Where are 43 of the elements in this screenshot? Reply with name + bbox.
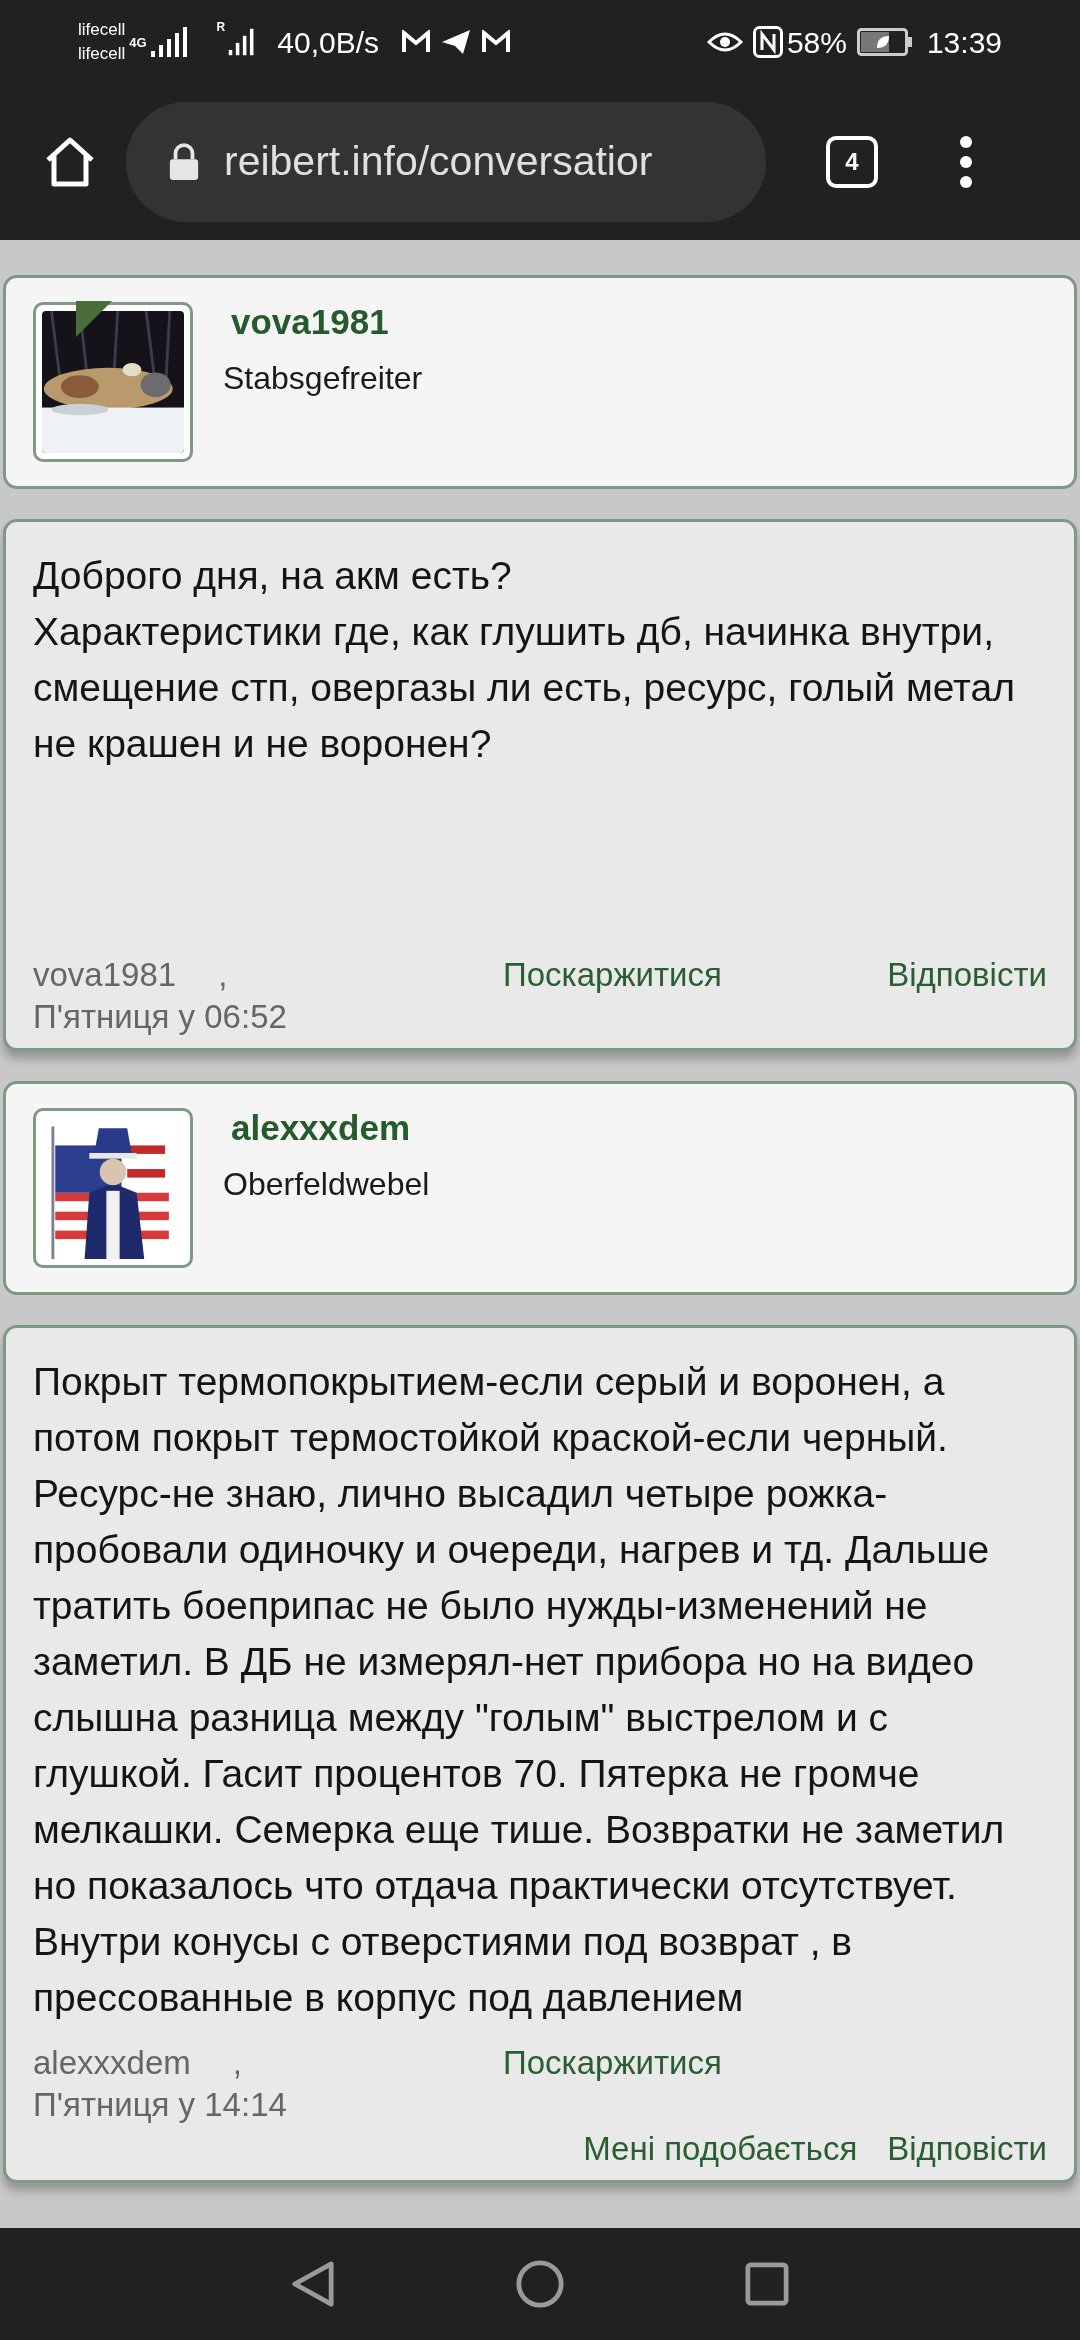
post-date: П'ятниця у 14:14: [33, 2085, 287, 2125]
report-link[interactable]: Поскаржитися: [503, 2042, 722, 2084]
username-link[interactable]: alexxxdem: [223, 1106, 430, 1150]
separator-text: ,: [232, 2043, 242, 2083]
nfc-icon: [752, 26, 783, 58]
back-icon[interactable]: [291, 2260, 335, 2308]
recent-apps-icon[interactable]: [745, 2262, 789, 2306]
carrier-name: lifecell: [78, 43, 126, 65]
author-link[interactable]: vova1981: [33, 954, 177, 996]
reply-link[interactable]: Відповісти: [887, 954, 1047, 996]
message-text: Доброго дня, на акм есть?: [33, 553, 513, 599]
address-bar[interactable]: reibert.info/conversatior: [126, 102, 766, 222]
reply-link[interactable]: Відповісти: [887, 2128, 1047, 2170]
report-link[interactable]: Поскаржитися: [503, 954, 722, 996]
user-rank: Oberfeldwebel: [223, 1164, 430, 1204]
mail-icon: [401, 30, 431, 54]
battery-icon: [856, 28, 913, 56]
network-speed: 40,0B/s: [277, 24, 379, 61]
avatar[interactable]: [33, 302, 193, 462]
carrier-name: lifecell: [78, 19, 126, 41]
author-link[interactable]: alexxxdem: [33, 2042, 191, 2084]
like-link[interactable]: Мені подобається: [583, 2128, 858, 2170]
tab-switcher-button[interactable]: 4: [826, 136, 878, 188]
avatar[interactable]: [33, 1108, 193, 1268]
battery-percent: 58%: [786, 24, 847, 61]
mail-icon: [481, 30, 511, 54]
post-date: П'ятниця у 06:52: [33, 997, 287, 1037]
separator-text: ,: [218, 955, 228, 995]
online-indicator-icon: [74, 299, 114, 339]
message-text: Характеристики где, как глушить дб, начинка внутри, смещение стп, овергазы ли есть, ресурс, голый метал не крашен и не воронен?: [33, 609, 1016, 767]
roaming-indicator: R: [216, 19, 226, 36]
signal-icon: [148, 27, 189, 57]
eye-icon: [706, 30, 743, 54]
menu-icon[interactable]: [958, 134, 974, 190]
url-text: reibert.info/conversatior: [224, 137, 653, 187]
clock: 13:39: [926, 24, 1002, 61]
home-icon[interactable]: [515, 2259, 565, 2309]
lock-icon: [168, 142, 200, 182]
paper-plane-icon: [441, 29, 471, 55]
user-rank: Stabsgefreiter: [223, 358, 423, 398]
message-text: Покрыт термопокрытием-если серый и воронен, а потом покрыт термостойкой краской-если черный. Ресурс-не знаю, лично высадил четыре рожка-пробовали одиночку и очереди, нагрев и тд. Дальше тратить боеприпас не было нужды-изменений не заметил. В ДБ не измерял-нет прибора но на видео слышна разница между "голым" выстрелом и с глушкой. Гасит процентов 70. Пятерка не громче мелкашки. Семерка еще тише. Возвратки не заметил но показалось что отдача практически отсутствует. Внутри конусы с отверстиями под возврат , в прессованные в корпус под давлением: [33, 1359, 1006, 2021]
username-link[interactable]: vova1981: [223, 300, 423, 344]
network-type: 4G: [129, 35, 147, 49]
